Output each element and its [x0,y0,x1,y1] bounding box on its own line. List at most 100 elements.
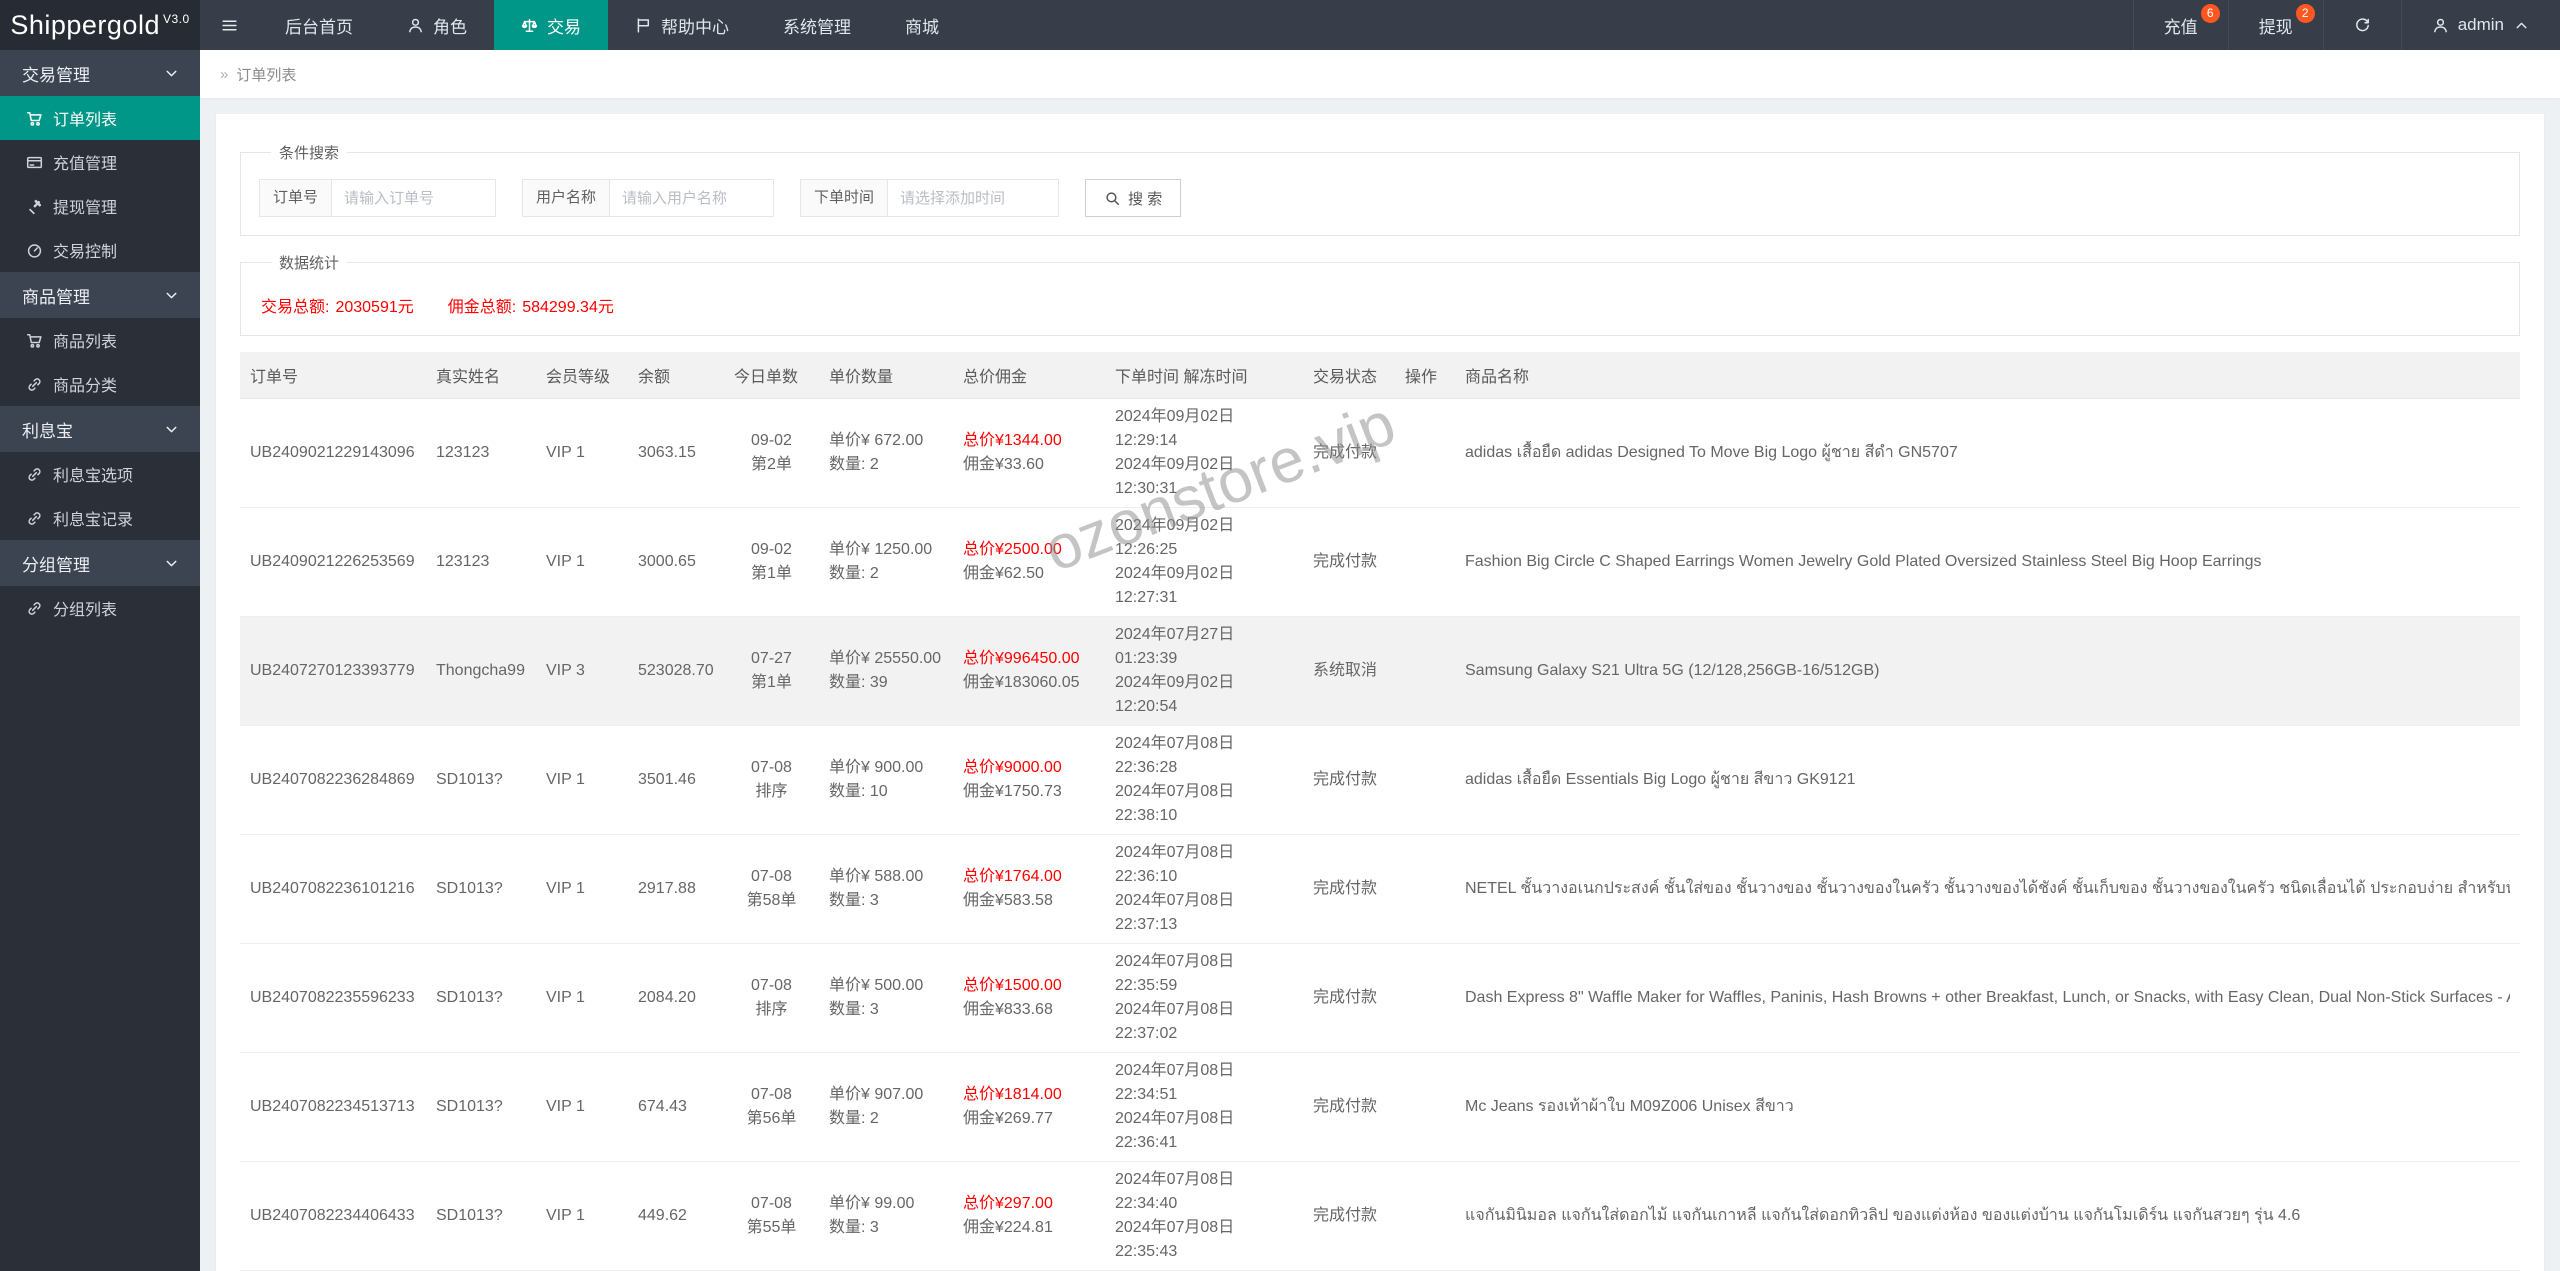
user-menu[interactable]: admin [2400,0,2560,50]
cell-real-name: 123123 [426,398,536,508]
cell-total-commission: 总价¥1814.00 佣金¥269.77 [953,1052,1105,1162]
app-version: V3.0 [162,12,190,26]
cell-order-no: UB2407082236284869 [240,725,426,835]
cell-vip-level: VIP 1 [536,398,628,508]
cell-balance: 674.43 [628,1052,724,1162]
cell-vip-level: VIP 1 [536,834,628,944]
cell-day-orders: 09-02 第2单 [724,398,819,508]
nav-item-4[interactable]: 系统管理 [756,0,878,50]
table-header-cell: 商品名称 [1455,352,2520,399]
search-fieldset: 条件搜索 订单号 用户名称 下单时间 [240,142,2520,236]
cell-real-name: SD1013? [426,834,536,944]
cell-price-qty: 单价¥ 588.00 数量: 3 [819,834,953,944]
cell-real-name: SD1013? [426,1161,536,1271]
cell-product: Samsung Galaxy S21 Ultra 5G (12/128,256G… [1455,616,2520,726]
cell-real-name: SD1013? [426,725,536,835]
sidebar-item-1-1[interactable]: 商品分类 [0,362,200,406]
cell-day-orders: 07-08 第55单 [724,1161,819,1271]
cell-order-no: UB2407270123393779 [240,616,426,726]
withdraw-badge: 2 [2295,4,2315,23]
cell-product: NETEL ชั้นวางอเนกประสงค์ ชั้นใส่ของ ชั้น… [1455,834,2520,944]
nav-item-3[interactable]: 帮助中心 [608,0,756,50]
chevron-down-icon [163,421,180,438]
cell-total-commission: 总价¥1344.00 佣金¥33.60 [953,398,1105,508]
menu-icon[interactable] [200,0,258,50]
nav-item-1[interactable]: 角色 [380,0,494,50]
username-input[interactable] [609,179,775,217]
cell-day-orders: 07-08 第58单 [724,834,819,944]
cell-times: 2024年07月08日 22:34:51 2024年07月08日 22:36:41 [1105,1052,1303,1162]
sidebar-group-1[interactable]: 商品管理 [0,272,200,318]
cell-vip-level: VIP 3 [536,616,628,726]
nav-item-2[interactable]: 交易 [494,0,608,50]
cell-action [1395,1161,1455,1271]
table-header-cell: 交易状态 [1303,352,1395,399]
cell-price-qty: 单价¥ 99.00 数量: 3 [819,1161,953,1271]
sidebar-item-0-1[interactable]: 充值管理 [0,140,200,184]
username: admin [2457,15,2504,34]
sidebar-group-2[interactable]: 利息宝 [0,406,200,452]
cell-price-qty: 单价¥ 500.00 数量: 3 [819,943,953,1053]
cell-order-no: UB2409021226253569 [240,507,426,617]
cell-vip-level: VIP 1 [536,1161,628,1271]
table-header-cell: 订单号 [240,352,426,399]
cell-price-qty: 单价¥ 672.00 数量: 2 [819,398,953,508]
username-field-group: 用户名称 [522,179,775,217]
table-header-cell: 总价佣金 [953,352,1105,399]
nav-item-0[interactable]: 后台首页 [258,0,380,50]
sidebar-group-0[interactable]: 交易管理 [0,50,200,96]
table-header-cell: 下单时间 解冻时间 [1105,352,1303,399]
table-row: UB2407082236101216 SD1013? VIP 1 2917.88… [240,834,2520,944]
sidebar-item-0-3[interactable]: 交易控制 [0,228,200,272]
sidebar-item-3-0[interactable]: 分组列表 [0,586,200,630]
gauge-icon [26,242,43,259]
sidebar-item-0-2[interactable]: 提现管理 [0,184,200,228]
search-button[interactable]: 搜 索 [1085,179,1182,217]
card-icon [26,154,43,171]
breadcrumb: » 订单列表 [200,50,2560,98]
sidebar-item-0-0[interactable]: 订单列表 [0,96,200,140]
refresh-icon[interactable] [2322,0,2401,50]
order-no-input[interactable] [331,179,497,217]
cell-balance: 449.62 [628,1161,724,1271]
table-row: UB2407082235596233 SD1013? VIP 1 2084.20… [240,943,2520,1053]
table-row: UB2409021229143096 123123 VIP 1 3063.15 … [240,398,2520,508]
cell-total-commission: 总价¥1764.00 佣金¥583.58 [953,834,1105,944]
cell-total-commission: 总价¥2500.00 佣金¥62.50 [953,507,1105,617]
cell-balance: 3063.15 [628,398,724,508]
cell-total-commission: 总价¥1500.00 佣金¥833.68 [953,943,1105,1053]
table-row: UB2407082234406433 SD1013? VIP 1 449.62 … [240,1161,2520,1271]
cell-product: Mc Jeans รองเท้าผ้าใบ M09Z006 Unisex สีข… [1455,1052,2520,1162]
cell-status: 完成付款 [1303,507,1395,617]
cell-day-orders: 07-27 第1单 [724,616,819,726]
nav-item-5[interactable]: 商城 [878,0,966,50]
cell-total-commission: 总价¥297.00 佣金¥224.81 [953,1161,1105,1271]
link-icon [26,466,43,483]
cell-status: 完成付款 [1303,1161,1395,1271]
sidebar-item-1-0[interactable]: 商品列表 [0,318,200,362]
breadcrumb-label: 订单列表 [236,66,297,84]
order-time-input[interactable] [887,179,1060,217]
cell-balance: 2917.88 [628,834,724,944]
nav-recharge-button[interactable]: 充值 6 [2132,0,2228,50]
top-nav-right: 充值 6 提现 2 admin [2132,0,2560,50]
cell-price-qty: 单价¥ 900.00 数量: 10 [819,725,953,835]
chevron-down-icon [163,65,180,82]
cell-status: 完成付款 [1303,1052,1395,1162]
cell-status: 完成付款 [1303,943,1395,1053]
cell-times: 2024年09月02日 12:26:25 2024年09月02日 12:27:31 [1105,507,1303,617]
cell-day-orders: 07-08 排序 [724,943,819,1053]
cell-day-orders: 07-08 排序 [724,725,819,835]
link-icon [26,600,43,617]
cell-status: 完成付款 [1303,398,1395,508]
link-icon [26,376,43,393]
cell-action [1395,943,1455,1053]
sidebar: 交易管理 订单列表 充值管理 提现管理 交易控制 商品管理 商品列表 商品分类 … [0,50,200,1271]
sidebar-item-2-1[interactable]: 利息宝记录 [0,496,200,540]
sidebar-group-3[interactable]: 分组管理 [0,540,200,586]
sidebar-item-2-0[interactable]: 利息宝选项 [0,452,200,496]
cell-action [1395,1052,1455,1162]
recharge-badge: 6 [2200,4,2220,23]
cell-real-name: Thongcha99 [426,616,536,726]
nav-withdraw-button[interactable]: 提现 2 [2227,0,2323,50]
